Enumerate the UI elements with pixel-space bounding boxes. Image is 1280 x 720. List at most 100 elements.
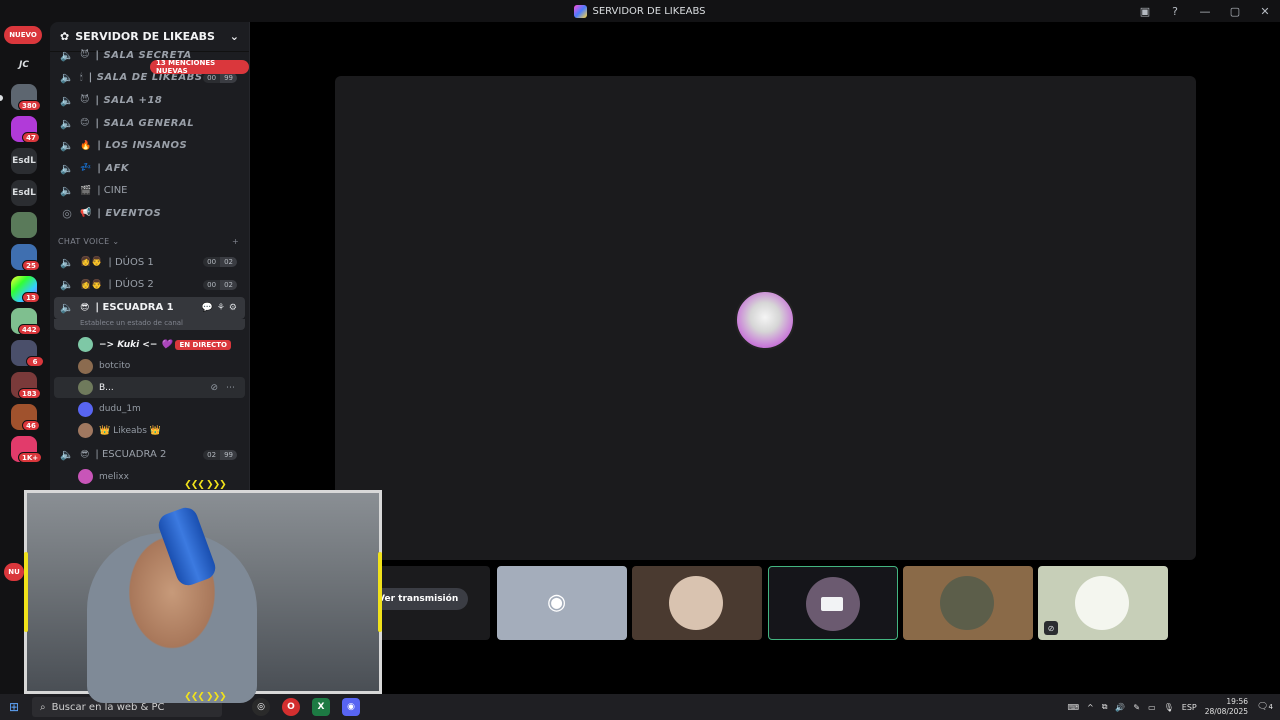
server-badge: 13 [22,292,40,303]
voice-channel-duos-1[interactable]: 🔈 👩👨 | DÚOS 1 00 02 [50,251,249,274]
category-chat-voice[interactable]: CHAT VOICE ⌄ + [50,225,249,251]
camera-icon [821,597,843,611]
participant-tile[interactable] [632,566,762,640]
channel-name: | DÚOS 2 [108,279,154,291]
tray-app-icon[interactable]: ⧉ [1102,702,1108,712]
frame-chevrons-bottom: ❮❮❮ ❯❯❯ [184,692,226,702]
channel-name: | AFK [97,162,130,174]
pen-icon[interactable]: ✎ [1133,703,1140,712]
chevron-up-icon[interactable]: ^ [1087,703,1094,712]
channel-emoji: 😊 [80,118,90,129]
channel-emoji: 😈 [80,50,90,61]
server-icon-6[interactable] [11,212,37,238]
voice-member[interactable]: 👑 Likeabs 👑 [50,420,249,442]
chat-icon[interactable]: 💬 [202,303,213,313]
clock[interactable]: 19:56 28/08/2025 [1205,697,1248,717]
member-name: B... [99,382,114,393]
close-button[interactable]: ✕ [1250,0,1280,22]
participant-tile[interactable] [903,566,1033,640]
gear-icon[interactable]: ⚙ [229,303,237,313]
add-channel-icon[interactable]: + [232,237,239,246]
speaker-icon: 🔈 [60,448,74,462]
notifications-button[interactable]: 🗨 4 [1256,698,1274,716]
webcam-frame [24,490,382,703]
channel-status-hint[interactable]: Establece un estado de canal [54,318,245,330]
voice-channel-escuadra-1[interactable]: 🔈 😎 | ESCUADRA 1 💬 ⚘ ⚙ [54,296,245,319]
speaker-icon: 🔈 [60,71,74,85]
window-titlebar: SERVIDOR DE LIKEABS ▣ ? — ▢ ✕ [0,0,1280,22]
voice-channel[interactable]: ◎ 📢 | EVENTOS [50,202,249,225]
voice-channel-escuadra-2[interactable]: 🔈 😎 | ESCUADRA 2 02 99 [50,443,249,466]
new-pill[interactable]: NUEVO [4,26,42,44]
user-count: 00 02 [203,257,237,268]
voice-member[interactable]: B... ⊘ ⋯ [54,376,245,399]
help-icon[interactable]: ? [1160,0,1190,22]
windows-start-icon[interactable]: ⊞ [0,700,28,714]
speaker-icon: 🔈 [60,48,74,62]
server-badge: 1K+ [18,452,43,463]
keyboard-icon[interactable]: ⌨ [1067,703,1079,712]
channel-name: | SALA +18 [95,94,163,106]
frame-chevrons-top: ❮❮❮ ❯❯❯ [184,480,226,490]
avatar [78,337,93,353]
notification-count: 4 [1268,703,1273,711]
chevron-down-icon: ⌄ [229,30,239,43]
frame-side-left [24,552,28,632]
muted-icon: ⊘ [1044,621,1058,635]
avatar [940,576,994,630]
participant-tile[interactable]: ⊘ [1038,566,1168,640]
voice-channel[interactable]: 🔈 😊 | SALA GENERAL [50,112,249,135]
server-esdl-1[interactable]: EsdL [11,148,37,174]
clock-time: 19:56 [1226,697,1248,706]
user-count: 02 99 [203,449,237,460]
voice-channel[interactable]: 🔈 🔥 | LOS INSANOS [50,134,249,157]
channel-name: | ESCUADRA 1 [95,302,174,314]
server-badge: 47 [22,132,40,143]
server-badge: 25 [22,260,40,271]
channel-name: | ESCUADRA 2 [95,449,167,461]
speaker-icon: 🔈 [60,278,74,292]
inbox-icon[interactable]: ▣ [1130,0,1160,22]
server-boost-icon: ✿ [60,30,70,43]
server-badge: 183 [18,388,41,399]
channel-name: | EVENTOS [97,207,162,219]
unread-dot [0,95,3,101]
invite-icon[interactable]: ⚘ [217,303,225,313]
focused-stream-tile[interactable] [335,76,1196,560]
language-indicator[interactable]: ESP [1182,703,1197,712]
server-jc[interactable]: JC [11,52,37,78]
participant-tile[interactable] [768,566,898,640]
channel-emoji: 👩👨 [80,279,103,290]
maximize-button[interactable]: ▢ [1220,0,1250,22]
member-name: botcito [99,361,131,372]
volume-icon[interactable]: 🔊 [1115,703,1125,712]
voice-channel[interactable]: 🔈 😈 | SALA +18 [50,89,249,112]
voice-channel[interactable]: 🔈 🎬 | CINE [50,180,249,203]
avatar [78,423,93,439]
channel-name: | DÚOS 1 [108,256,154,268]
frame-side-right [378,552,382,632]
server-badge: 380 [18,100,41,111]
window-title-text: SERVIDOR DE LIKEABS [592,5,706,17]
clock-date: 28/08/2025 [1204,707,1248,716]
webcam-overlay: ❮❮❮ ❯❯❯ ❮❮❮ ❯❯❯ [18,480,388,703]
more-icon[interactable]: ⋯ [226,383,235,393]
minimize-button[interactable]: — [1190,0,1220,22]
speaker-icon: 🔈 [60,184,74,198]
mentions-pill[interactable]: 13 MENCIONES NUEVAS [150,59,249,75]
voice-member[interactable]: botcito [50,355,249,377]
voice-member[interactable]: dudu_1m [50,398,249,420]
voice-channel[interactable]: 🔈 💤 | AFK [50,157,249,180]
window-controls: ▣ ? — ▢ ✕ [1130,0,1280,22]
avatar [735,290,795,350]
channel-emoji: 😎 [80,449,90,460]
participant-tile[interactable]: ◉ [497,566,627,640]
network-icon[interactable]: ▭ [1148,703,1156,712]
server-esdl-2[interactable]: EsdL [11,180,37,206]
voice-member[interactable]: −> Kuki <− 💜 EN DIRECTO [50,334,249,356]
server-icon [574,4,588,18]
window-title: SERVIDOR DE LIKEABS [574,4,706,18]
microphone-icon[interactable]: 🎙 [1164,703,1174,712]
avatar [78,358,93,374]
voice-channel-duos-2[interactable]: 🔈 👩👨 | DÚOS 2 00 02 [50,273,249,296]
